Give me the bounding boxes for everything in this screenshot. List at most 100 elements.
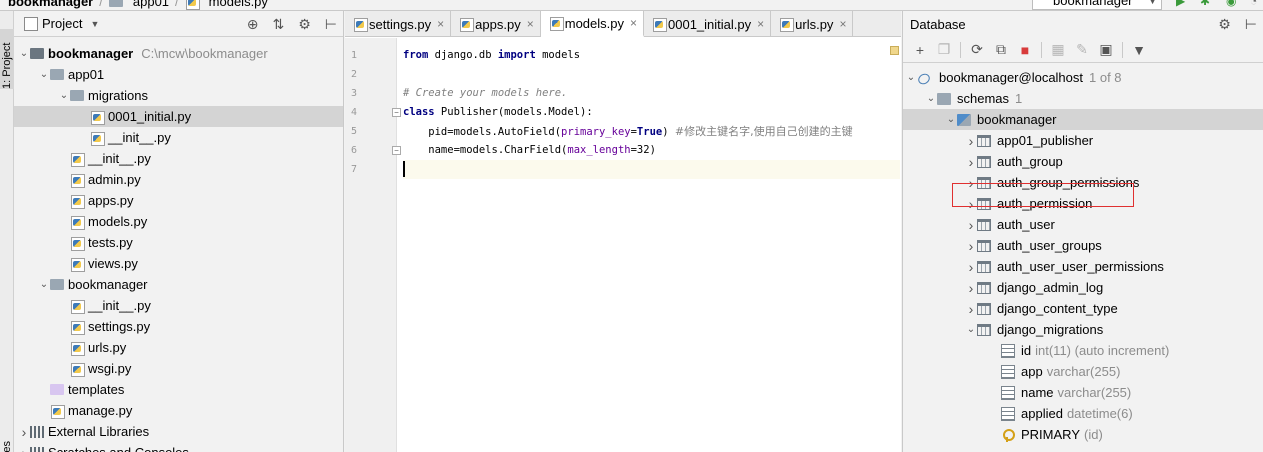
table-node[interactable]: › app01_publisher — [903, 130, 1263, 151]
tab-urls[interactable]: urls.py × — [771, 11, 854, 37]
chevron-right-icon[interactable]: › — [18, 424, 30, 440]
chevron-down-icon[interactable]: ⌄ — [58, 90, 70, 101]
run-configuration-select[interactable]: bookmanager ▼ — [1032, 0, 1162, 10]
table-node[interactable]: › auth_user_groups — [903, 235, 1263, 256]
chevron-down-icon[interactable]: ⌄ — [925, 93, 937, 104]
chevron-right-icon[interactable]: › — [965, 154, 977, 170]
edit-icon[interactable]: ✎ — [1071, 40, 1093, 60]
tree-item-label: bookmanager — [68, 277, 148, 292]
debug-icon[interactable]: ✱ — [1200, 0, 1210, 8]
tab-models[interactable]: models.py × — [540, 11, 644, 37]
tree-item[interactable]: ⌄ migrations — [14, 85, 343, 106]
tree-item[interactable]: __init__.py — [14, 127, 343, 148]
close-icon[interactable]: × — [437, 17, 444, 31]
tree-item[interactable]: admin.py — [14, 169, 343, 190]
tree-item[interactable]: apps.py — [14, 190, 343, 211]
inspection-indicator-icon[interactable] — [890, 46, 899, 55]
add-icon[interactable]: + — [909, 40, 931, 60]
project-tool-window-button[interactable]: 1: Project — [0, 29, 14, 89]
close-icon[interactable]: × — [757, 17, 764, 31]
tree-item[interactable]: settings.py — [14, 316, 343, 337]
column-node[interactable]: name varchar(255) — [903, 382, 1263, 403]
chevron-right-icon[interactable]: › — [965, 133, 977, 149]
table-node[interactable]: › auth_group — [903, 151, 1263, 172]
properties-icon[interactable]: ⧉ — [990, 40, 1012, 60]
filter-icon[interactable]: ▼ — [1128, 40, 1150, 60]
chevron-right-icon[interactable]: › — [965, 238, 977, 254]
collapse-all-icon[interactable]: ⇅ — [273, 16, 285, 33]
python-file-icon — [70, 194, 85, 209]
tab-settings[interactable]: settings.py × — [345, 11, 452, 37]
code-area[interactable]: from django.db import models # Create yo… — [403, 38, 900, 452]
coverage-icon[interactable]: ◉ — [1226, 0, 1236, 8]
refresh-icon[interactable]: ⟳ — [966, 40, 988, 60]
breadcrumb-file[interactable]: models.py — [209, 0, 268, 9]
gear-icon[interactable]: ⚙ — [298, 16, 311, 33]
index-node[interactable]: PRIMARY (id) — [903, 424, 1263, 445]
column-name: applied — [1021, 406, 1063, 421]
tree-item[interactable]: › External Libraries — [14, 421, 343, 442]
tree-item[interactable]: views.py — [14, 253, 343, 274]
tab-0001-initial[interactable]: 0001_initial.py × — [644, 11, 772, 37]
tree-item[interactable]: tests.py — [14, 232, 343, 253]
console-icon[interactable]: ▣ — [1095, 40, 1117, 60]
tree-item[interactable]: ⌄ bookmanager — [14, 274, 343, 295]
connection-node[interactable]: ⌄ bookmanager@localhost 1 of 8 — [903, 67, 1263, 88]
tree-item[interactable]: urls.py — [14, 337, 343, 358]
chevron-right-icon[interactable]: › — [965, 301, 977, 317]
chevron-right-icon[interactable]: › — [965, 217, 977, 233]
tree-item[interactable]: templates — [14, 379, 343, 400]
code-text: name=models.CharField( — [403, 144, 568, 156]
comment: # Create your models here. — [403, 87, 568, 99]
hide-icon[interactable]: ⊢ — [1245, 16, 1257, 33]
close-icon[interactable]: × — [839, 17, 846, 31]
column-node[interactable]: id int(11) (auto increment) — [903, 340, 1263, 361]
chevron-right-icon[interactable]: › — [965, 280, 977, 296]
chevron-down-icon[interactable]: ⌄ — [38, 69, 50, 80]
chevron-down-icon[interactable]: ⌄ — [965, 324, 977, 335]
hide-icon[interactable]: ⊢ — [325, 16, 337, 33]
column-node[interactable]: applied datetime(6) — [903, 403, 1263, 424]
profile-icon[interactable]: ◔ — [1250, 0, 1257, 8]
project-view-icon — [24, 16, 38, 31]
tree-item[interactable]: __init__.py — [14, 148, 343, 169]
breadcrumb-app01[interactable]: app01 — [133, 0, 169, 9]
close-icon[interactable]: × — [527, 17, 534, 31]
tree-item[interactable]: manage.py — [14, 400, 343, 421]
chevron-down-icon[interactable]: ⌄ — [38, 279, 50, 290]
tree-item[interactable]: ⌄ bookmanager C:\mcw\bookmanager — [14, 43, 343, 64]
copy-icon[interactable]: ❐ — [933, 40, 955, 60]
chevron-right-icon[interactable]: › — [965, 259, 977, 275]
chevron-down-icon[interactable]: ⌄ — [18, 48, 30, 59]
table-view-icon[interactable]: ▦ — [1047, 40, 1069, 60]
tree-item[interactable]: wsgi.py — [14, 358, 343, 379]
chevron-right-icon[interactable]: › — [18, 445, 30, 452]
fold-marker-icon[interactable]: − — [392, 108, 401, 117]
schema-node[interactable]: ⌄ bookmanager — [903, 109, 1263, 130]
breadcrumb-project[interactable]: bookmanager — [8, 0, 93, 9]
table-node[interactable]: ⌄ django_migrations — [903, 319, 1263, 340]
project-view-selector[interactable]: Project ▼ — [24, 16, 99, 31]
tree-item[interactable]: › Scratches and Consoles — [14, 442, 343, 452]
table-node[interactable]: › auth_user_user_permissions — [903, 256, 1263, 277]
stop-icon[interactable]: ■ — [1014, 40, 1036, 60]
tab-label: urls.py — [795, 16, 834, 32]
tree-item[interactable]: ⌄ app01 — [14, 64, 343, 85]
chevron-down-icon[interactable]: ⌄ — [905, 72, 917, 83]
schemas-node[interactable]: ⌄ schemas 1 — [903, 88, 1263, 109]
column-node[interactable]: app varchar(255) — [903, 361, 1263, 382]
run-icon[interactable]: ▶ — [1176, 0, 1185, 8]
table-node[interactable]: › django_content_type — [903, 298, 1263, 319]
table-node[interactable]: › auth_user — [903, 214, 1263, 235]
table-node[interactable]: › django_admin_log — [903, 277, 1263, 298]
structure-tool-window-button[interactable]: es — [0, 441, 14, 452]
tree-item[interactable]: __init__.py — [14, 295, 343, 316]
gear-icon[interactable]: ⚙ — [1218, 16, 1231, 33]
tree-item[interactable]: models.py — [14, 211, 343, 232]
fold-marker-icon[interactable]: − — [392, 146, 401, 155]
close-icon[interactable]: × — [630, 16, 637, 30]
tree-item[interactable]: 0001_initial.py — [14, 106, 343, 127]
locate-icon[interactable]: ⊕ — [247, 16, 259, 33]
chevron-down-icon[interactable]: ⌄ — [945, 114, 957, 125]
tab-apps[interactable]: apps.py × — [451, 11, 541, 37]
